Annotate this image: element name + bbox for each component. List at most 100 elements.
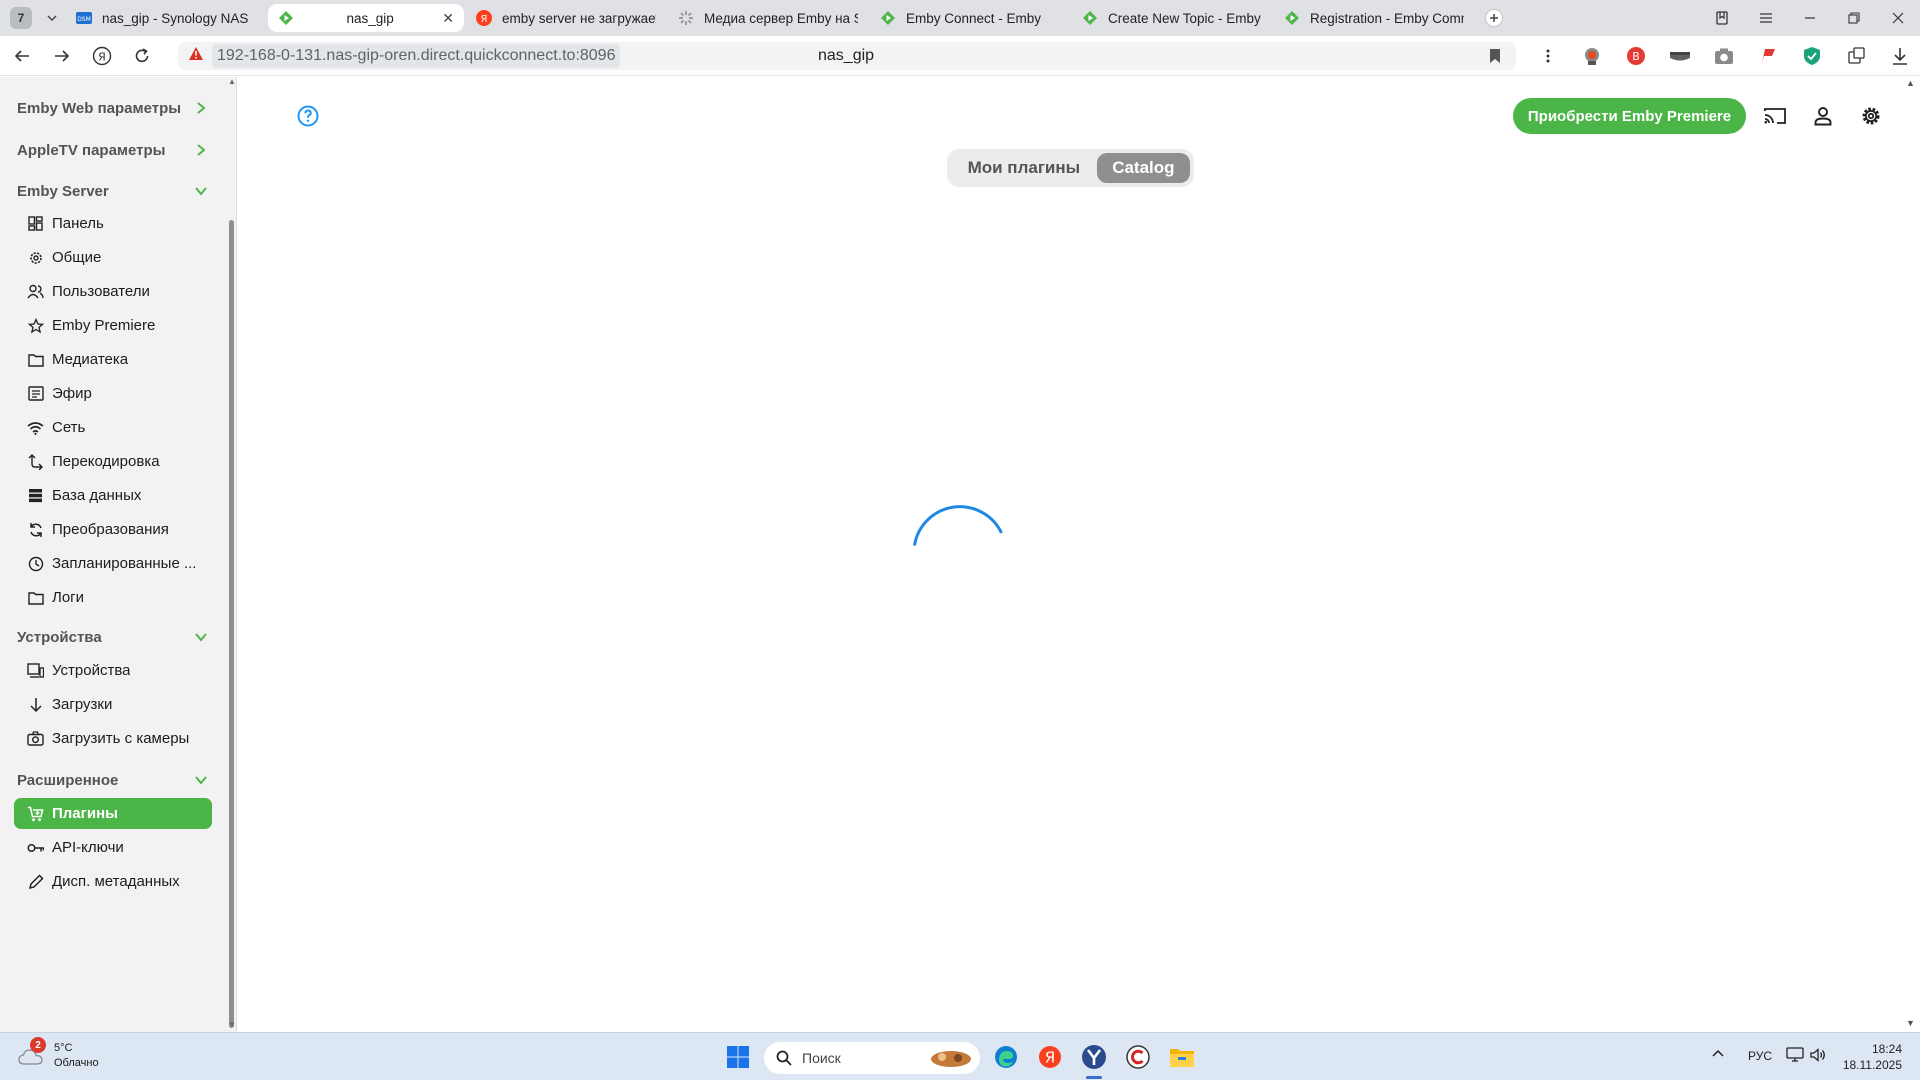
url-bar[interactable]: 192-168-0-131.nas-gip-oren.direct.quickc… [178,42,1516,70]
back-icon[interactable] [4,38,40,74]
sidebar-scrollbar[interactable] [229,220,234,1028]
sidebar-item-dashboard[interactable]: Панель [14,208,212,239]
forward-icon[interactable] [44,38,80,74]
tab-count-button[interactable]: 7 [10,7,32,29]
tab-synology[interactable]: DSM nas_gip - Synology NAS [66,4,266,32]
flag-extension-icon[interactable] [1746,36,1790,76]
sidebar-item-transcoding[interactable]: Перекодировка [14,446,212,477]
network-display-icon[interactable] [1786,1047,1804,1066]
sidebar-item-general[interactable]: Общие [14,242,212,273]
get-emby-premiere-button[interactable]: Приобрести Emby Premiere [1513,98,1746,134]
url-text[interactable]: 192-168-0-131.nas-gip-oren.direct.quickc… [212,44,621,68]
sidebar-item-library[interactable]: Медиатека [14,344,212,375]
tab-label: Медиа сервер Emby на Sy [704,10,858,26]
system-clock[interactable]: 18:24 18.11.2025 [1832,1041,1902,1073]
c-app-icon[interactable] [1122,1041,1154,1073]
warning-icon[interactable] [188,46,204,67]
vpn-extension-icon[interactable]: B [1614,36,1658,76]
file-explorer-icon[interactable] [1166,1041,1198,1073]
restore-icon[interactable] [1832,0,1876,36]
sidebar-item-label: Запланированные ... [52,555,197,572]
sidebar-item-devices[interactable]: Устройства [14,655,212,686]
sidebar-item-downloads[interactable]: Загрузки [14,689,212,720]
camera-icon[interactable] [1702,36,1746,76]
tray-overflow-chevron-icon[interactable] [1712,1047,1724,1061]
sidebar-item-users[interactable]: Пользователи [14,276,212,307]
sidebar-item-database[interactable]: База данных [14,480,212,511]
tab-yandex-search[interactable]: Я emby server не загружает [466,4,666,32]
tab-media-server[interactable]: Медиа сервер Emby на Sy [668,4,868,32]
close-icon[interactable]: ✕ [442,10,454,27]
hat-extension-icon[interactable] [1658,36,1702,76]
tv-guide-icon [27,385,44,402]
windows-start-icon[interactable] [722,1041,754,1073]
user-icon[interactable] [1810,103,1836,129]
tab-my-plugins[interactable]: Мои плагины [951,153,1097,183]
help-icon[interactable] [296,104,320,128]
link-label: AppleTV параметры [17,141,166,159]
link-emby-web-settings[interactable]: Emby Web параметры [17,95,209,121]
tab-create-topic[interactable]: Create New Topic - Emby C [1072,4,1272,32]
tab-catalog[interactable]: Catalog [1096,153,1190,183]
chevron-down-icon [193,772,209,788]
reload-icon[interactable] [124,38,160,74]
tab-list-chevron-icon[interactable] [40,6,64,30]
sidebar-item-network[interactable]: Сеть [14,412,212,443]
svg-text:DSM: DSM [77,16,91,23]
bookmark-icon[interactable] [1488,48,1502,69]
mascot-extension-icon[interactable] [1570,36,1614,76]
input-language[interactable]: РУС [1748,1049,1772,1063]
download-icon [27,696,44,713]
close-window-icon[interactable] [1876,0,1920,36]
tab-label: Registration - Emby Comm [1310,10,1464,26]
tab-nas-gip[interactable]: nas_gip ✕ [268,4,464,32]
yandex-home-icon[interactable]: Я [84,38,120,74]
section-emby-server[interactable]: Emby Server [17,178,209,204]
sidebar-item-label: Emby Premiere [52,317,156,334]
sidebar-item-logs[interactable]: Логи [14,582,212,613]
sidebar-item-scheduled-tasks[interactable]: Запланированные ... [14,548,212,579]
page-title: nas_gip [818,47,875,64]
scroll-up-icon[interactable]: ▲ [228,77,236,86]
volume-icon[interactable] [1810,1047,1826,1066]
devices-icon [27,662,44,679]
more-vert-icon[interactable] [1526,36,1570,76]
bookmarks-panel-icon[interactable] [1700,0,1744,36]
sidebar-item-api-keys[interactable]: API-ключи [14,832,212,863]
loading-spinner [908,505,1008,605]
scroll-down-icon[interactable]: ▼ [228,1020,236,1029]
sidebar-item-plugins[interactable]: Плагины [14,798,212,829]
download-icon[interactable] [1878,36,1920,76]
sidebar-item-conversions[interactable]: Преобразования [14,514,212,545]
sidebar-item-label: API-ключи [52,839,124,856]
tab-registration[interactable]: Registration - Emby Comm [1274,4,1474,32]
menu-icon[interactable] [1744,0,1788,36]
dashboard-icon [27,215,44,232]
scroll-down-icon[interactable]: ▼ [1906,1018,1915,1028]
shield-icon[interactable] [1790,36,1834,76]
sidebar-item-metadata-manager[interactable]: Дисп. метаданных [14,866,212,897]
pencil-icon [27,873,44,890]
minimize-icon[interactable] [1788,0,1832,36]
edge-browser-icon[interactable] [990,1041,1022,1073]
section-advanced[interactable]: Расширенное [17,767,209,793]
gear-icon [27,249,44,266]
taskbar-search[interactable]: Поиск [764,1042,980,1074]
folder-icon [27,351,44,368]
tab-emby-connect[interactable]: Emby Connect - Emby [870,4,1070,32]
sidebar-item-camera-upload[interactable]: Загрузить с камеры [14,723,212,754]
yandex-browser-icon[interactable] [1078,1041,1110,1073]
weather-widget[interactable]: 2 5°C Облачно [18,1037,99,1071]
section-title: Расширенное [17,771,119,789]
section-devices[interactable]: Устройства [17,624,209,650]
cast-icon[interactable] [1762,103,1788,129]
gear-icon[interactable] [1858,103,1884,129]
link-appletv-settings[interactable]: AppleTV параметры [17,137,209,163]
new-tab-button[interactable] [1482,6,1506,30]
clock-date: 18.11.2025 [1842,1058,1902,1072]
extensions-puzzle-icon[interactable] [1834,36,1878,76]
sidebar-item-live-tv[interactable]: Эфир [14,378,212,409]
sidebar-item-emby-premiere[interactable]: Emby Premiere [14,310,212,341]
yandex-app-icon[interactable]: Я [1034,1041,1066,1073]
scroll-up-icon[interactable]: ▲ [1906,78,1915,88]
